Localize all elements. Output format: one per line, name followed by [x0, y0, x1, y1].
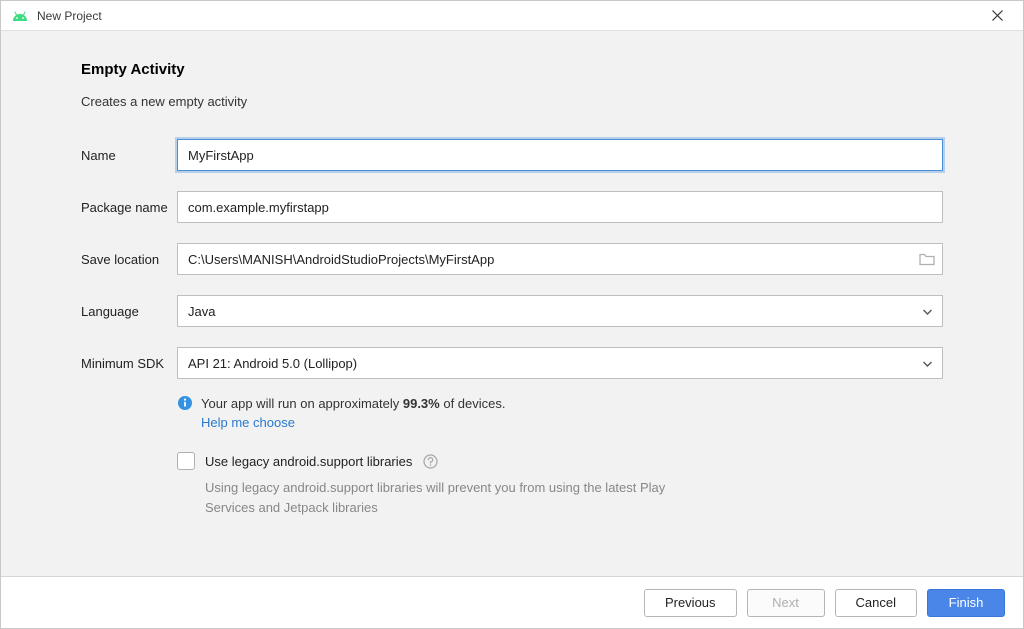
section-title: Empty Activity	[81, 61, 943, 78]
info-icon	[177, 395, 193, 411]
language-value: Java	[188, 304, 215, 319]
row-name: Name	[81, 139, 943, 171]
language-label: Language	[81, 304, 177, 319]
browse-folder-button[interactable]	[919, 253, 935, 266]
row-sdk: Minimum SDK API 21: Android 5.0 (Lollipo…	[81, 347, 943, 379]
row-package: Package name	[81, 191, 943, 223]
next-button: Next	[747, 589, 825, 617]
previous-button[interactable]: Previous	[644, 589, 737, 617]
sdk-coverage-text: Your app will run on approximately 99.3%…	[201, 396, 506, 411]
sdk-value: API 21: Android 5.0 (Lollipop)	[188, 356, 357, 371]
new-project-dialog: New Project Empty Activity Creates a new…	[0, 0, 1024, 629]
legacy-libraries-description: Using legacy android.support libraries w…	[205, 478, 705, 517]
language-select[interactable]: Java	[177, 295, 943, 327]
close-icon	[992, 10, 1003, 21]
sdk-info-block: Your app will run on approximately 99.3%…	[177, 395, 943, 430]
legacy-libraries-row: Use legacy android.support libraries	[177, 452, 943, 470]
folder-icon	[919, 253, 935, 266]
package-input[interactable]	[177, 191, 943, 223]
section-description: Creates a new empty activity	[81, 94, 943, 109]
package-label: Package name	[81, 200, 177, 215]
android-logo-icon	[11, 7, 29, 25]
name-label: Name	[81, 148, 177, 163]
help-me-choose-link[interactable]: Help me choose	[201, 415, 943, 430]
help-icon[interactable]	[422, 453, 438, 469]
sdk-label: Minimum SDK	[81, 356, 177, 371]
dialog-content: Empty Activity Creates a new empty activ…	[1, 31, 1023, 576]
window-title: New Project	[37, 9, 102, 23]
row-language: Language Java	[81, 295, 943, 327]
chevron-down-icon	[923, 304, 932, 319]
location-label: Save location	[81, 252, 177, 267]
location-input[interactable]	[177, 243, 943, 275]
sdk-select[interactable]: API 21: Android 5.0 (Lollipop)	[177, 347, 943, 379]
titlebar: New Project	[1, 1, 1023, 31]
legacy-libraries-label: Use legacy android.support libraries	[205, 454, 412, 469]
close-button[interactable]	[979, 2, 1015, 30]
row-location: Save location	[81, 243, 943, 275]
chevron-down-icon	[923, 356, 932, 371]
legacy-libraries-checkbox[interactable]	[177, 452, 195, 470]
dialog-footer: Previous Next Cancel Finish	[1, 576, 1023, 628]
cancel-button[interactable]: Cancel	[835, 589, 917, 617]
name-input[interactable]	[177, 139, 943, 171]
sdk-coverage-info: Your app will run on approximately 99.3%…	[177, 395, 943, 411]
finish-button[interactable]: Finish	[927, 589, 1005, 617]
